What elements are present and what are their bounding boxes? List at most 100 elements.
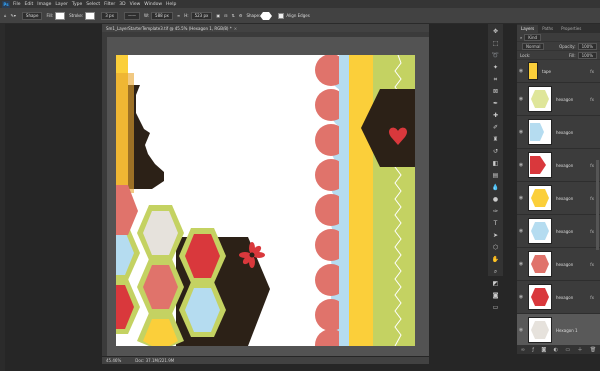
layers-scrollbar[interactable] [596, 160, 599, 250]
layer-thumbnail [528, 218, 552, 244]
menu-view[interactable]: View [130, 2, 141, 7]
lasso-tool-icon[interactable]: ➰ [491, 51, 500, 60]
gradient-tool-icon[interactable]: ▤ [491, 171, 500, 180]
eyedropper-icon[interactable]: ✒ [491, 99, 500, 108]
fill-swatch[interactable] [55, 11, 66, 20]
screen-mode-icon[interactable]: ▭ [491, 303, 500, 312]
new-group-icon[interactable]: ▭ [565, 347, 570, 353]
close-tab-icon[interactable]: × [234, 26, 237, 31]
menu-3d[interactable]: 3D [119, 2, 125, 7]
quick-mask-icon[interactable]: ◙ [491, 291, 500, 300]
tab-layers[interactable]: Layers [517, 25, 539, 33]
visibility-eye-icon[interactable]: ◉ [517, 162, 525, 168]
path-alignment-icon[interactable]: ⊟ [224, 13, 227, 18]
layer-row[interactable]: ◉ hexagon fx [517, 83, 600, 116]
layer-fx-icon[interactable]: fx [590, 97, 594, 102]
adjustment-layer-icon[interactable]: ◐ [554, 347, 558, 353]
path-selection-icon[interactable]: ➤ [491, 231, 500, 240]
crop-tool-icon[interactable]: ⌗ [491, 75, 500, 84]
menu-filter[interactable]: Filter [104, 2, 115, 7]
fill-input[interactable]: 100% [577, 51, 597, 59]
menu-layer[interactable]: Layer [55, 2, 68, 7]
dodge-tool-icon[interactable]: ● [491, 195, 500, 204]
layer-row[interactable]: ◉ hexagon fx [517, 248, 600, 281]
layer-fx-icon[interactable]: fx [590, 295, 594, 300]
history-brush-icon[interactable]: ↺ [491, 147, 500, 156]
blur-tool-icon[interactable]: 💧 [491, 183, 500, 192]
marquee-tool-icon[interactable]: ⬚ [491, 39, 500, 48]
brush-tool-icon[interactable]: ✐ [491, 123, 500, 132]
document-canvas[interactable] [116, 55, 415, 346]
stroke-swatch[interactable] [85, 11, 96, 20]
visibility-eye-icon[interactable]: ◉ [517, 68, 525, 74]
zoom-tool-icon[interactable]: ⌕ [491, 267, 500, 276]
delete-layer-icon[interactable]: 🗑 [590, 347, 596, 353]
tool-mode-select[interactable]: Shape [20, 11, 43, 20]
add-style-icon[interactable]: ƒ [532, 347, 534, 353]
layer-row-selected[interactable]: ◉ Hexagon 1 [517, 314, 600, 347]
height-input[interactable]: H: 523 px [184, 11, 213, 20]
stroke-size-input[interactable]: 3 px [99, 11, 118, 20]
path-operations-icon[interactable]: ▣ [216, 13, 220, 18]
visibility-eye-icon[interactable]: ◉ [517, 327, 525, 333]
menu-window[interactable]: Window [144, 2, 162, 7]
color-swatches-icon[interactable]: ◩ [491, 279, 500, 288]
menu-help[interactable]: Help [166, 2, 176, 7]
visibility-eye-icon[interactable]: ◉ [517, 129, 525, 135]
home-icon[interactable]: ⌂ [4, 13, 7, 18]
link-icon[interactable]: ∞ [177, 13, 180, 18]
settings-gear-icon[interactable]: ⚙ [239, 13, 243, 18]
hand-tool-icon[interactable]: ✋ [491, 255, 500, 264]
menu-file[interactable]: File [13, 2, 21, 7]
move-tool-icon[interactable]: ✥ [491, 27, 500, 36]
menu-edit[interactable]: Edit [25, 2, 34, 7]
menu-select[interactable]: Select [86, 2, 100, 7]
layer-fx-icon[interactable]: fx [590, 262, 594, 267]
shape-picker[interactable]: Shape: [246, 11, 273, 20]
layer-thumbnail [528, 119, 552, 145]
layer-row[interactable]: ◉ hexagon fx [517, 149, 600, 182]
kind-filter-select[interactable]: Kind [524, 33, 542, 41]
align-edges-checkbox[interactable]: Align Edges [276, 12, 310, 19]
width-input[interactable]: W: 588 px [144, 11, 173, 20]
fill-control[interactable]: Fill: [46, 11, 66, 20]
layer-fx-icon[interactable]: fx [590, 229, 594, 234]
link-layers-icon[interactable]: ∞ [521, 347, 525, 353]
path-arrangement-icon[interactable]: ⇅ [232, 13, 235, 18]
zoom-level[interactable]: 45.46% [106, 358, 121, 363]
tab-properties[interactable]: Properties [557, 25, 585, 33]
magic-wand-icon[interactable]: ✦ [491, 63, 500, 72]
visibility-eye-icon[interactable]: ◉ [517, 261, 525, 267]
layer-row[interactable]: ◉ tape fx [517, 60, 600, 83]
clone-stamp-icon[interactable]: ♜ [491, 135, 500, 144]
blend-mode-select[interactable]: Normal [522, 42, 545, 50]
shape-tool-icon[interactable]: ⬡ [491, 243, 500, 252]
opacity-input[interactable]: 100% [577, 42, 597, 50]
menu-type[interactable]: Type [72, 2, 82, 7]
menu-image[interactable]: Image [37, 2, 51, 7]
layer-row[interactable]: ◉ hexagon [517, 116, 600, 149]
layer-fx-icon[interactable]: fx [590, 163, 594, 168]
add-mask-icon[interactable]: ◙ [541, 347, 546, 353]
visibility-eye-icon[interactable]: ◉ [517, 294, 525, 300]
shape-tool-preset-icon[interactable]: ✎▾ [11, 13, 16, 18]
layer-fx-icon[interactable]: fx [590, 196, 594, 201]
new-layer-icon[interactable]: ＋ [577, 346, 582, 353]
visibility-eye-icon[interactable]: ◉ [517, 195, 525, 201]
pen-tool-icon[interactable]: ✑ [491, 207, 500, 216]
healing-brush-icon[interactable]: ✚ [491, 111, 500, 120]
tab-paths[interactable]: Paths [538, 25, 557, 33]
layer-fx-icon[interactable]: fx [590, 69, 594, 74]
stroke-control[interactable]: Stroke: [69, 11, 96, 20]
layer-row[interactable]: ◉ hexagon fx [517, 281, 600, 314]
frame-tool-icon[interactable]: ⊠ [491, 87, 500, 96]
visibility-eye-icon[interactable]: ◉ [517, 96, 525, 102]
layer-row[interactable]: ◉ hexagon fx [517, 215, 600, 248]
layer-name: hexagon [556, 162, 574, 168]
document-tab[interactable]: Sm1_LayerStarterTemplate3.tif @ 45.5% (H… [102, 24, 429, 32]
layer-row[interactable]: ◉ hexagon fx [517, 182, 600, 215]
type-tool-icon[interactable]: T [491, 219, 500, 228]
stroke-style-select[interactable]: —— [122, 11, 140, 20]
eraser-tool-icon[interactable]: ◧ [491, 159, 500, 168]
visibility-eye-icon[interactable]: ◉ [517, 228, 525, 234]
